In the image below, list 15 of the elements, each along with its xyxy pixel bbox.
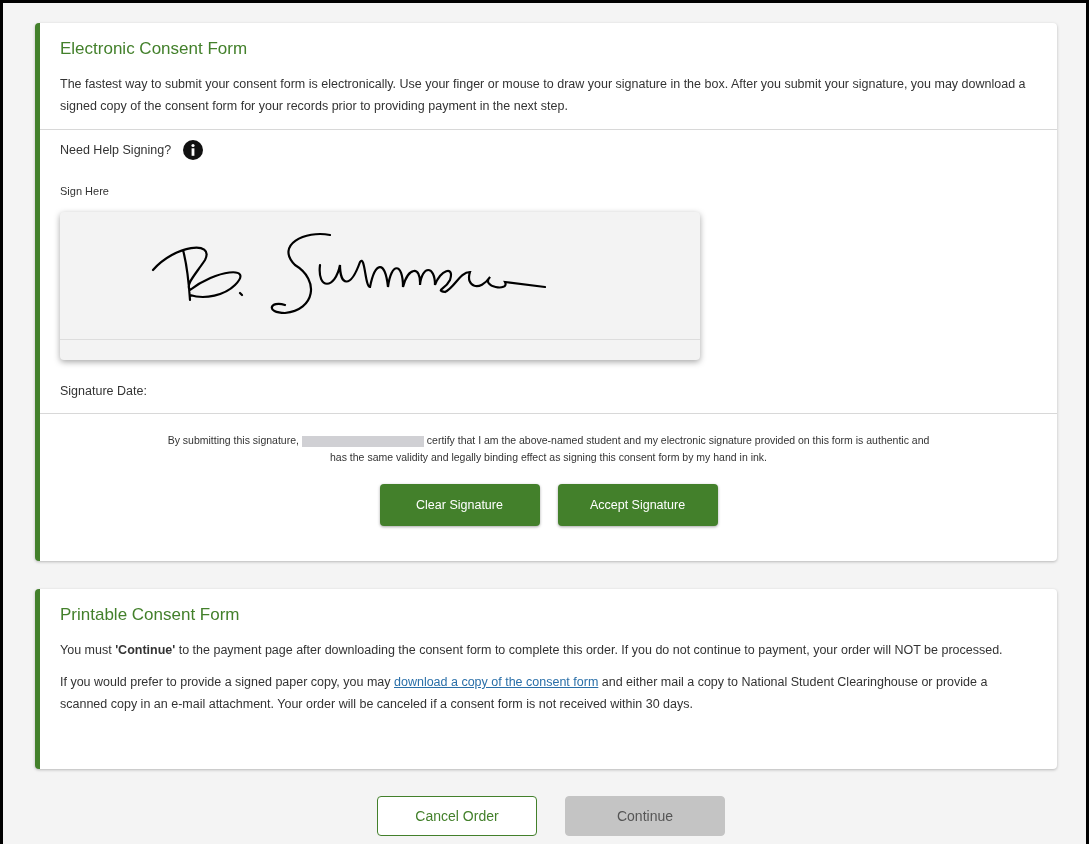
section-title: Electronic Consent Form xyxy=(59,38,249,60)
accept-signature-button[interactable]: Accept Signature xyxy=(557,484,718,527)
paper-copy-paragraph: If you would prefer to provide a signed paper copy, you may download a copy of the consent form and either mail a copy to National Student Clearinghouse or provide a scanned copy in an e-mail attachment. Your order will be canceled if a consent form is not received within 30 days. xyxy=(60,674,989,713)
intro-paragraph: The fastest way to submit your consent form is electronically. Use your finger or mouse to draw your signature in the box. After you submit your signature, you may download a signed copy of the consent form for your records prior to providing payment in the next step. xyxy=(59,76,1027,115)
notice-paragraph: You must 'Continue' to the payment page after downloading the consent form to complete this order. If you do not continue to payment, your order will NOT be processed. xyxy=(60,642,1004,659)
download-link[interactable]: download a copy of the consent form xyxy=(394,675,599,689)
info-icon[interactable] xyxy=(183,140,204,160)
signature-date-label: Signature Date: xyxy=(59,382,148,400)
section-title: Printable Consent Form xyxy=(60,604,241,626)
sign-here-label: Sign Here xyxy=(59,184,110,199)
clear-signature-button[interactable]: Clear Signature xyxy=(379,484,540,527)
certification-text: By submitting this signature, certify that I am the above-named student and my electronic signature provided on this form is authentic and has the same validity and legally binding effect as signing this consent form by my hand in ink. xyxy=(166,433,931,466)
signature-pad[interactable] xyxy=(60,211,700,360)
cancel-order-button[interactable]: Cancel Order xyxy=(377,796,537,836)
help-label: Need Help Signing? xyxy=(60,141,172,159)
